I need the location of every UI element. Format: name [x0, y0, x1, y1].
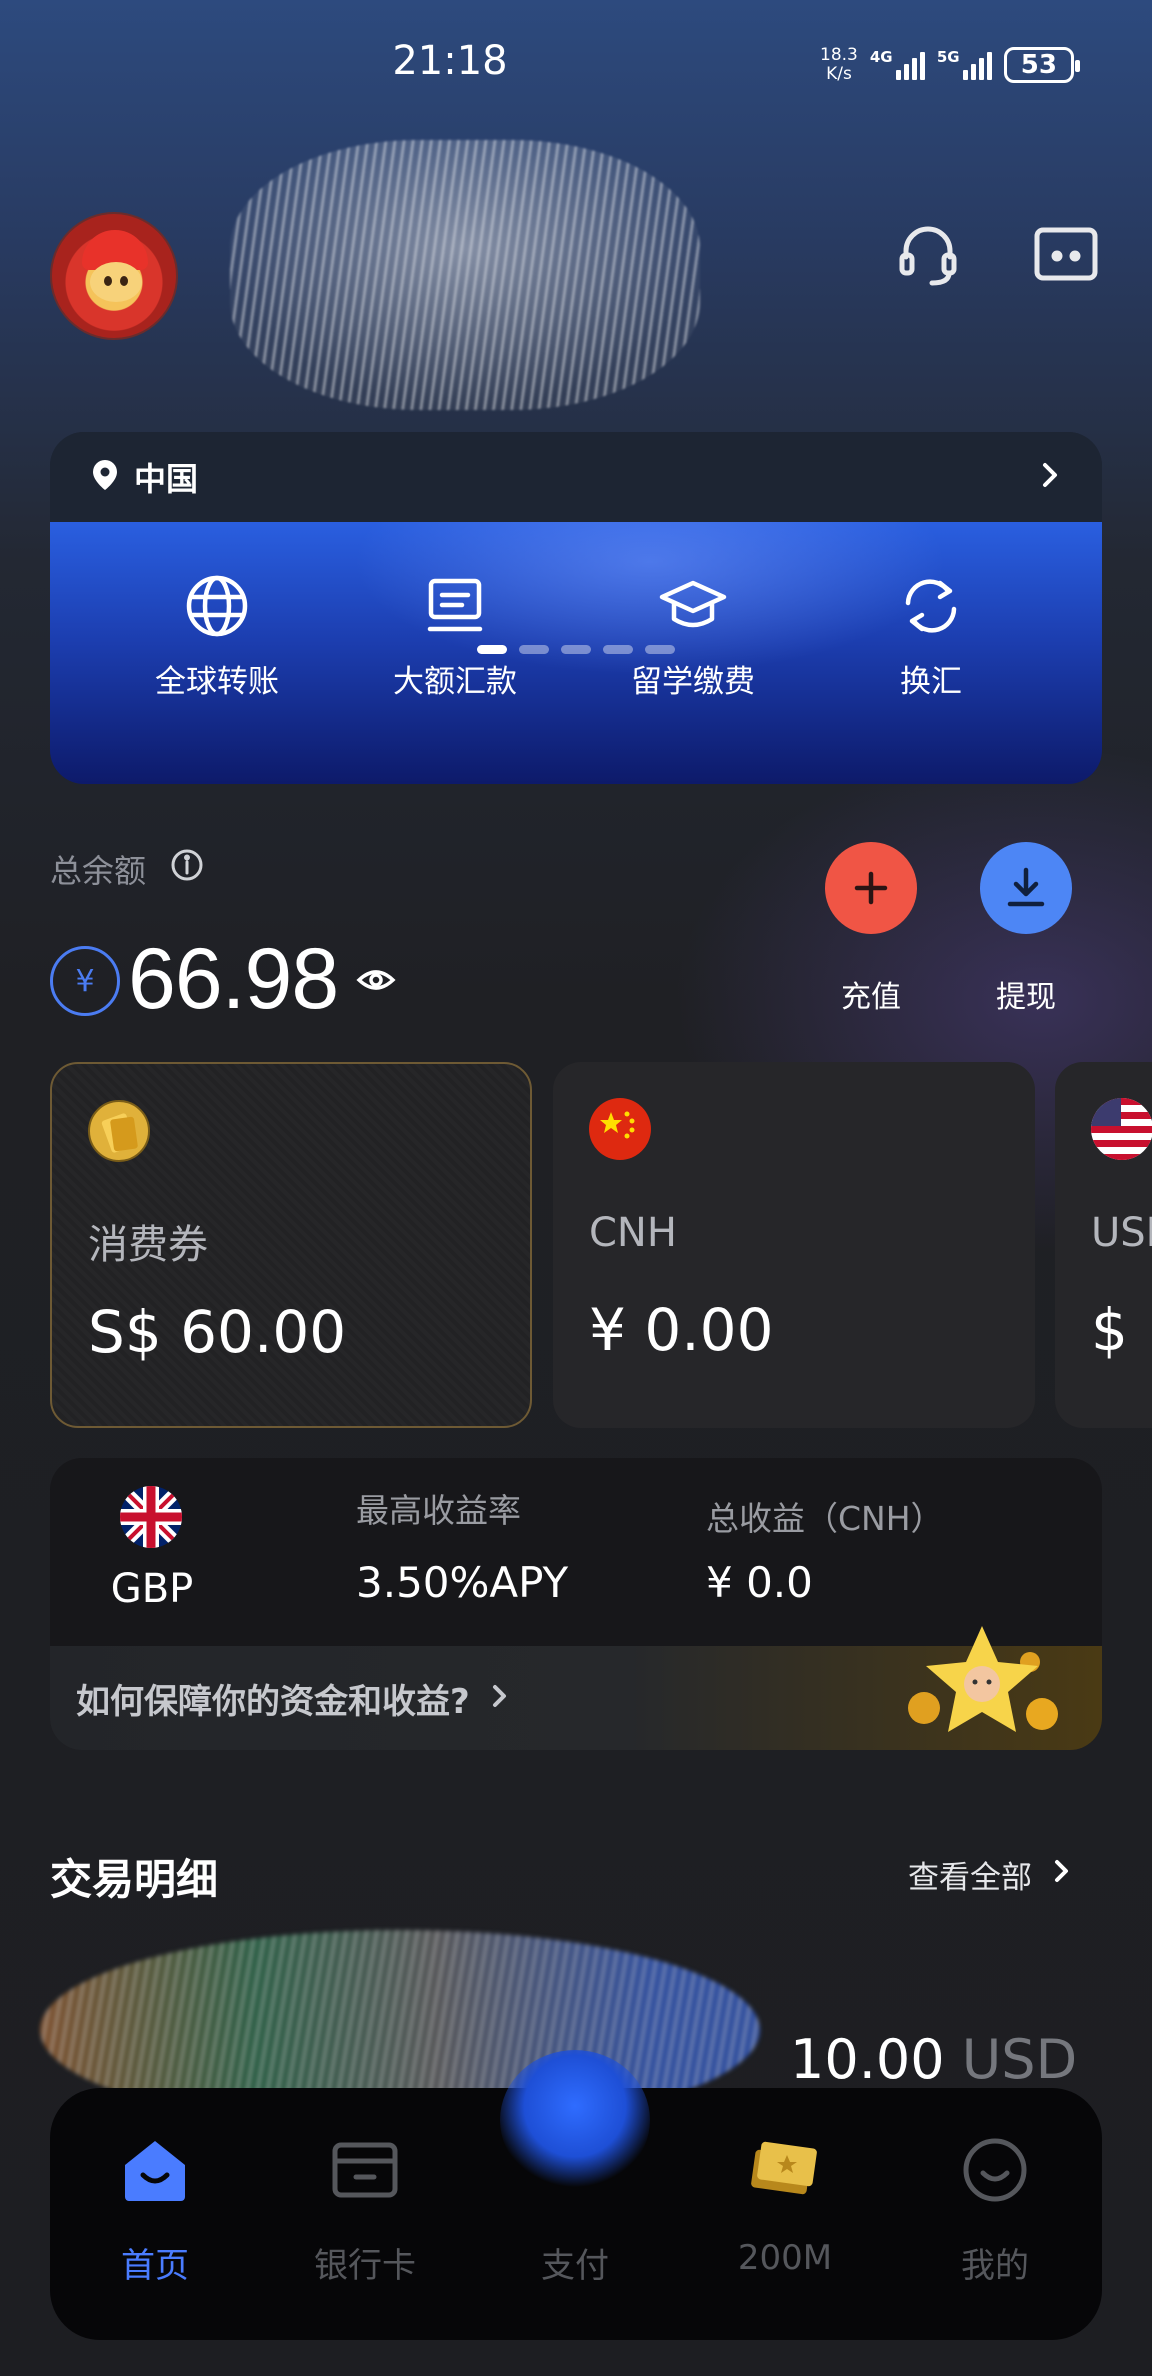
chevron-right-icon	[490, 1682, 510, 1714]
action-label: 留学缴费	[631, 664, 755, 700]
wallet-amount: $ 1	[1091, 1296, 1152, 1364]
nav-bank-card[interactable]: 银行卡	[265, 2130, 465, 2287]
nav-200m[interactable]: 200M	[685, 2130, 885, 2278]
signal-4g-icon: 4G	[869, 48, 925, 80]
nav-label: 支付	[541, 2246, 609, 2286]
wallet-card-cnh[interactable]: CNH ¥ 0.00	[553, 1062, 1035, 1428]
carousel-indicator	[0, 645, 1152, 654]
chat-bubble-icon[interactable]	[1026, 215, 1106, 295]
network-speed-value: 18.3	[820, 45, 858, 65]
redacted-username	[230, 140, 700, 410]
topup-label[interactable]: 充值	[816, 972, 926, 1016]
avatar[interactable]	[50, 212, 178, 340]
globe-icon	[117, 570, 317, 642]
info-icon[interactable]	[170, 848, 204, 890]
carousel-dot[interactable]	[561, 645, 591, 654]
status-indicators: 18.3 K/s 4G 5G 53	[820, 40, 1080, 90]
wallet-card-usd[interactable]: USD $ 1	[1055, 1062, 1152, 1428]
coupon-icon	[88, 1100, 150, 1162]
star-mascot-icon	[902, 1618, 1062, 1748]
home-icon	[55, 2130, 255, 2210]
wallet-name: USD	[1091, 1210, 1152, 1256]
headset-icon[interactable]	[888, 215, 968, 295]
eye-icon[interactable]	[356, 962, 396, 1002]
earnings-label: 总收益（CNH）	[706, 1499, 944, 1538]
action-label: 大额汇款	[393, 664, 517, 700]
wallet-card-voucher[interactable]: 消费券 S$ 60.00	[50, 1062, 532, 1428]
total-balance-text: 总余额	[50, 852, 147, 890]
nav-label: 银行卡	[314, 2246, 416, 2286]
withdraw-button[interactable]	[980, 842, 1072, 934]
rate-label: 最高收益率	[356, 1491, 521, 1530]
carousel-dot[interactable]	[519, 645, 549, 654]
nav-label: 首页	[121, 2246, 189, 2286]
exchange-icon	[831, 570, 1031, 642]
graduation-cap-icon	[593, 570, 793, 642]
savings-card[interactable]: GBP 最高收益率 3.50%APY 总收益（CNH） ¥ 0.0 如何保障你的…	[50, 1458, 1102, 1750]
china-flag-icon	[589, 1098, 651, 1160]
action-global-transfer[interactable]: 全球转账	[117, 570, 317, 701]
action-currency-exchange[interactable]: 换汇	[831, 570, 1031, 701]
action-large-remittance[interactable]: 大额汇款	[355, 570, 555, 701]
savings-currency: GBP	[110, 1566, 194, 1612]
wallet-amount: ¥ 0.00	[589, 1296, 774, 1364]
transactions-title: 交易明细	[50, 1855, 219, 1904]
nav-home[interactable]: 首页	[55, 2130, 255, 2287]
chevron-right-icon	[1052, 1857, 1072, 1893]
wallet-name: CNH	[589, 1210, 677, 1256]
currency-icon: ¥	[50, 946, 120, 1016]
carousel-dot[interactable]	[603, 645, 633, 654]
action-label: 全球转账	[155, 664, 279, 700]
wallet-amount: S$ 60.00	[88, 1298, 347, 1366]
action-tuition-payment[interactable]: 留学缴费	[593, 570, 793, 701]
monitor-icon	[355, 570, 555, 642]
signal-4g-label: 4G	[869, 48, 893, 66]
nav-me[interactable]: 我的	[895, 2130, 1095, 2287]
region-card: 中国 全球转账 大额汇款 留学缴费 换汇	[50, 432, 1102, 784]
transaction-amount[interactable]: 10.00 USD	[790, 2028, 1077, 2091]
us-flag-icon	[1091, 1098, 1152, 1160]
region-name: 中国	[134, 460, 199, 498]
safety-question: 如何保障你的资金和收益?	[76, 1681, 470, 1722]
smile-icon	[895, 2130, 1095, 2210]
total-balance-label: 总余额	[50, 846, 204, 892]
nav-pay[interactable]: 支付	[475, 2130, 675, 2287]
view-all-text: 查看全部	[908, 1860, 1032, 1896]
status-time: 21:18	[392, 38, 508, 84]
earnings-value: ¥ 0.0	[706, 1558, 813, 1607]
avatar-face	[90, 262, 142, 302]
ticket-icon	[685, 2130, 885, 2210]
carousel-dot[interactable]	[645, 645, 675, 654]
transaction-amount-value: 10.00	[790, 2028, 945, 2091]
safety-info-link[interactable]: 如何保障你的资金和收益?	[50, 1626, 1102, 1750]
view-all-link[interactable]: 查看全部	[908, 1852, 1072, 1897]
card-icon	[265, 2130, 465, 2210]
network-speed-unit: K/s	[826, 64, 852, 84]
pay-icon	[475, 2130, 675, 2210]
wallet-name: 消费券	[88, 1222, 208, 1268]
location-pin-icon	[90, 458, 120, 496]
action-label: 换汇	[900, 664, 962, 700]
nav-label: 我的	[961, 2246, 1029, 2286]
topup-button[interactable]	[825, 842, 917, 934]
carousel-dot-active[interactable]	[477, 645, 507, 654]
signal-5g-label: 5G	[936, 48, 960, 66]
withdraw-label[interactable]: 提现	[971, 972, 1081, 1016]
signal-5g-icon: 5G	[936, 48, 992, 80]
battery-icon: 53	[1003, 47, 1080, 83]
uk-flag-icon	[120, 1486, 182, 1548]
network-speed: 18.3 K/s	[820, 46, 858, 84]
chevron-right-icon	[1038, 460, 1062, 494]
transaction-currency: USD	[961, 2028, 1078, 2091]
nav-label: 200M	[737, 2238, 833, 2278]
region-selector[interactable]: 中国	[50, 432, 1102, 522]
rate-value: 3.50%APY	[356, 1558, 569, 1607]
total-balance-amount: 66.98	[128, 931, 339, 1027]
